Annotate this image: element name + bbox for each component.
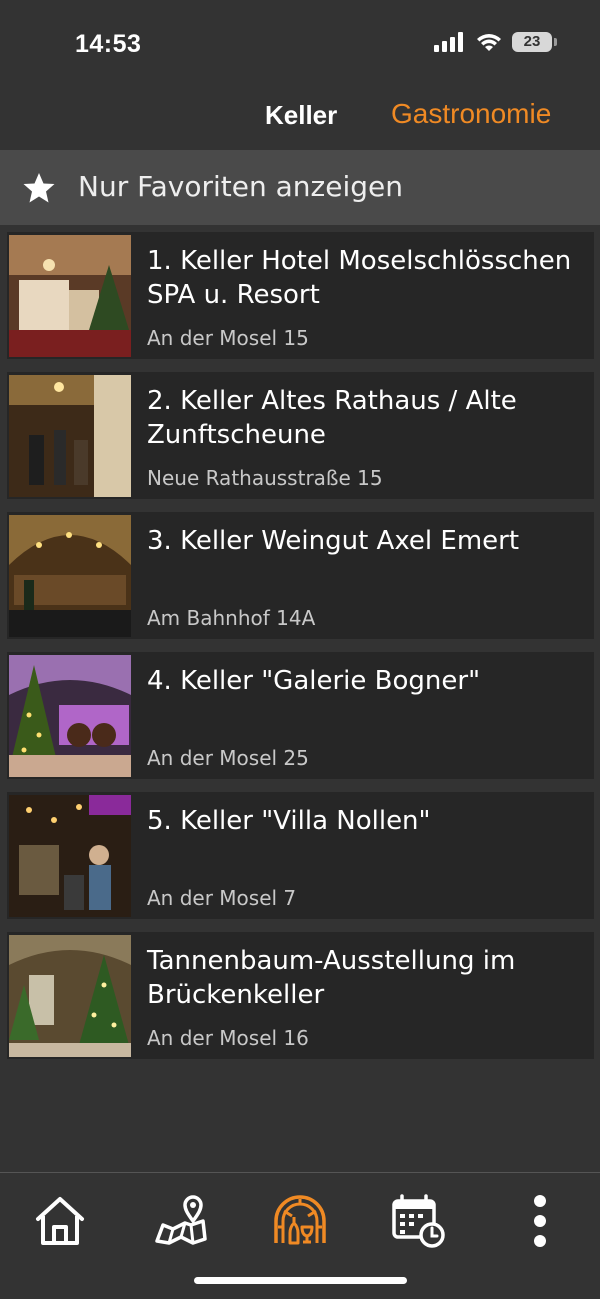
signal-icon [434, 32, 463, 52]
nav-cellar[interactable] [270, 1191, 330, 1251]
list-item[interactable]: 1. Keller Hotel Moselschlösschen SPA u. … [7, 232, 594, 359]
venue-address: An der Mosel 15 [147, 326, 309, 350]
venue-address: Neue Rathausstraße 15 [147, 466, 383, 490]
list-item[interactable]: 4. Keller "Galerie Bogner" An der Mosel … [7, 652, 594, 779]
nav-more[interactable] [510, 1191, 570, 1251]
home-indicator[interactable] [194, 1277, 407, 1284]
status-bar: 14:53 23 [0, 0, 600, 88]
list-item[interactable]: 5. Keller "Villa Nollen" An der Mosel 7 [7, 792, 594, 919]
venue-title: Tannenbaum-Ausstellung im Brückenkeller [147, 946, 516, 1010]
status-icons: 23 [434, 32, 557, 52]
favorites-filter-label: Nur Favoriten anzeigen [78, 170, 403, 203]
calendar-clock-icon [392, 1194, 445, 1248]
tab-keller[interactable]: Keller [265, 100, 337, 131]
home-icon [36, 1197, 84, 1245]
status-time: 14:53 [75, 30, 142, 58]
venue-address: An der Mosel 7 [147, 886, 297, 910]
venue-title: 2. Keller Altes Rathaus / Alte Zunftsche… [147, 386, 517, 450]
more-vertical-icon [534, 1195, 546, 1247]
cellar-icon [274, 1195, 326, 1245]
top-tabs: Keller Gastronomie [0, 92, 600, 148]
venue-title: 1. Keller Hotel Moselschlösschen SPA u. … [147, 246, 572, 310]
nav-map[interactable] [151, 1191, 211, 1251]
nav-calendar[interactable] [388, 1191, 448, 1251]
venue-thumbnail [9, 515, 131, 637]
venue-title: 5. Keller "Villa Nollen" [147, 806, 431, 836]
tab-gastronomie[interactable]: Gastronomie [391, 98, 551, 130]
list-item[interactable]: 2. Keller Altes Rathaus / Alte Zunftsche… [7, 372, 594, 499]
venue-thumbnail [9, 795, 131, 917]
list-item[interactable]: 3. Keller Weingut Axel Emert Am Bahnhof … [7, 512, 594, 639]
venue-address: Am Bahnhof 14A [147, 606, 316, 630]
venue-list: 1. Keller Hotel Moselschlösschen SPA u. … [7, 232, 594, 1072]
venue-address: An der Mosel 16 [147, 1026, 309, 1050]
map-pin-icon [155, 1195, 207, 1245]
star-icon [23, 173, 55, 203]
list-item[interactable]: Tannenbaum-Ausstellung im Brückenkeller … [7, 932, 594, 1059]
venue-thumbnail [9, 235, 131, 357]
venue-title: 3. Keller Weingut Axel Emert [147, 526, 520, 556]
venue-title: 4. Keller "Galerie Bogner" [147, 666, 481, 696]
venue-thumbnail [9, 375, 131, 497]
favorites-filter[interactable]: Nur Favoriten anzeigen [0, 150, 600, 225]
venue-address: An der Mosel 25 [147, 746, 309, 770]
battery-icon: 23 [512, 32, 557, 52]
wifi-icon [477, 34, 501, 51]
nav-home[interactable] [30, 1191, 90, 1251]
venue-thumbnail [9, 935, 131, 1057]
venue-thumbnail [9, 655, 131, 777]
